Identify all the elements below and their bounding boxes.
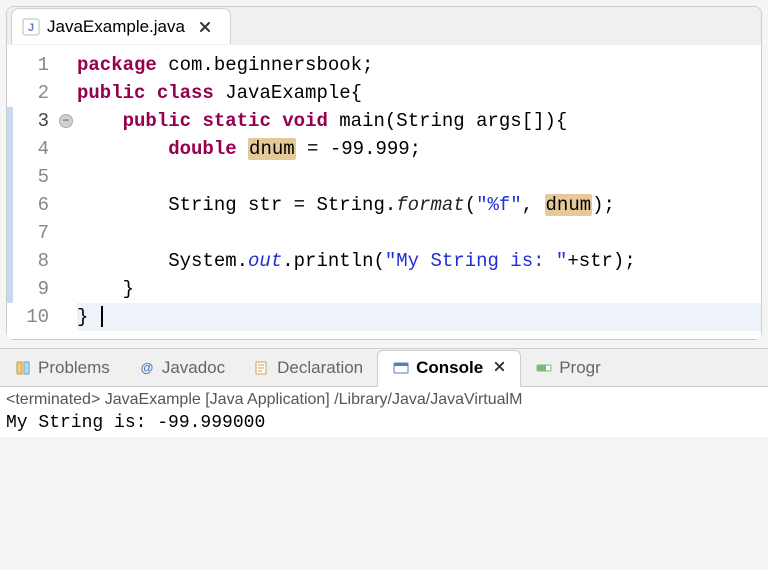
problems-icon (14, 359, 32, 377)
tab-label: Problems (38, 358, 110, 378)
code-text (237, 138, 248, 160)
bottom-panel: Problems @ Javadoc Declaration Console (0, 348, 768, 437)
keyword: static (202, 110, 270, 132)
tab-label: Progr (559, 358, 601, 378)
fold-collapse-icon[interactable]: − (59, 114, 73, 128)
editor-tab-bar: J JavaExample.java (7, 7, 761, 45)
code-text: .println( (282, 250, 385, 272)
line-number: 7 (7, 219, 49, 247)
progress-icon (535, 359, 553, 377)
static-method: format (396, 194, 464, 216)
code-text: } (77, 278, 134, 300)
line-number: 1 (7, 51, 49, 79)
code-body[interactable]: package com.beginnersbook; public class … (77, 51, 761, 331)
console-output: My String is: -99.999000 (6, 413, 762, 433)
tab-problems[interactable]: Problems (0, 349, 124, 386)
string-literal: "%f" (476, 194, 522, 216)
tab-label: Console (416, 358, 483, 378)
line-number: 4 (7, 135, 49, 163)
close-icon[interactable] (196, 18, 214, 36)
line-number: 8 (7, 247, 49, 275)
console-body[interactable]: <terminated> JavaExample [Java Applicati… (0, 387, 768, 437)
code-text: String str = String. (77, 194, 396, 216)
javadoc-icon: @ (138, 359, 156, 377)
console-status: <terminated> JavaExample [Java Applicati… (6, 391, 762, 409)
editor-tab-title: JavaExample.java (47, 17, 185, 37)
line-number: 2 (7, 79, 49, 107)
line-number: 3 (7, 107, 49, 135)
panel-tab-bar: Problems @ Javadoc Declaration Console (0, 349, 768, 387)
tab-label: Javadoc (162, 358, 225, 378)
line-number: 9 (7, 275, 49, 303)
code-text: JavaExample{ (214, 82, 362, 104)
tab-console[interactable]: Console (377, 350, 521, 387)
tab-progress[interactable]: Progr (521, 349, 615, 386)
code-text: } (77, 306, 100, 328)
code-text: , (522, 194, 545, 216)
keyword: class (157, 82, 214, 104)
declaration-icon (253, 359, 271, 377)
keyword: package (77, 54, 157, 76)
code-text: = -99.999; (296, 138, 421, 160)
tab-javadoc[interactable]: @ Javadoc (124, 349, 239, 386)
svg-text:J: J (28, 22, 34, 34)
line-number: 10 (7, 303, 49, 331)
keyword: public (123, 110, 191, 132)
line-number: 6 (7, 191, 49, 219)
tab-label: Declaration (277, 358, 363, 378)
code-text: main(String args[]){ (328, 110, 567, 132)
code-text: com.beginnersbook; (157, 54, 374, 76)
keyword: double (168, 138, 236, 160)
line-number: 5 (7, 163, 49, 191)
svg-text:@: @ (140, 360, 153, 375)
editor-pane: J JavaExample.java 1 2 3 4 5 6 7 8 9 10 (6, 6, 762, 340)
highlighted-variable: dnum (248, 138, 296, 160)
code-text: ( (465, 194, 476, 216)
text-cursor (101, 306, 103, 327)
code-editor[interactable]: 1 2 3 4 5 6 7 8 9 10 − package com.begin… (7, 45, 761, 339)
code-text (77, 138, 168, 160)
tab-declaration[interactable]: Declaration (239, 349, 377, 386)
static-field: out (248, 250, 282, 272)
code-text: System. (77, 250, 248, 272)
fold-strip: − (59, 51, 77, 331)
keyword: void (282, 110, 328, 132)
line-gutter: 1 2 3 4 5 6 7 8 9 10 (7, 51, 59, 331)
editor-tab[interactable]: J JavaExample.java (11, 8, 231, 44)
code-text: +str); (567, 250, 635, 272)
close-icon[interactable] (493, 358, 506, 378)
console-icon (392, 359, 410, 377)
code-text (77, 110, 123, 132)
code-text: ); (592, 194, 615, 216)
string-literal: "My String is: " (385, 250, 567, 272)
java-file-icon: J (22, 18, 40, 36)
keyword: public (77, 82, 145, 104)
highlighted-variable: dnum (545, 194, 593, 216)
